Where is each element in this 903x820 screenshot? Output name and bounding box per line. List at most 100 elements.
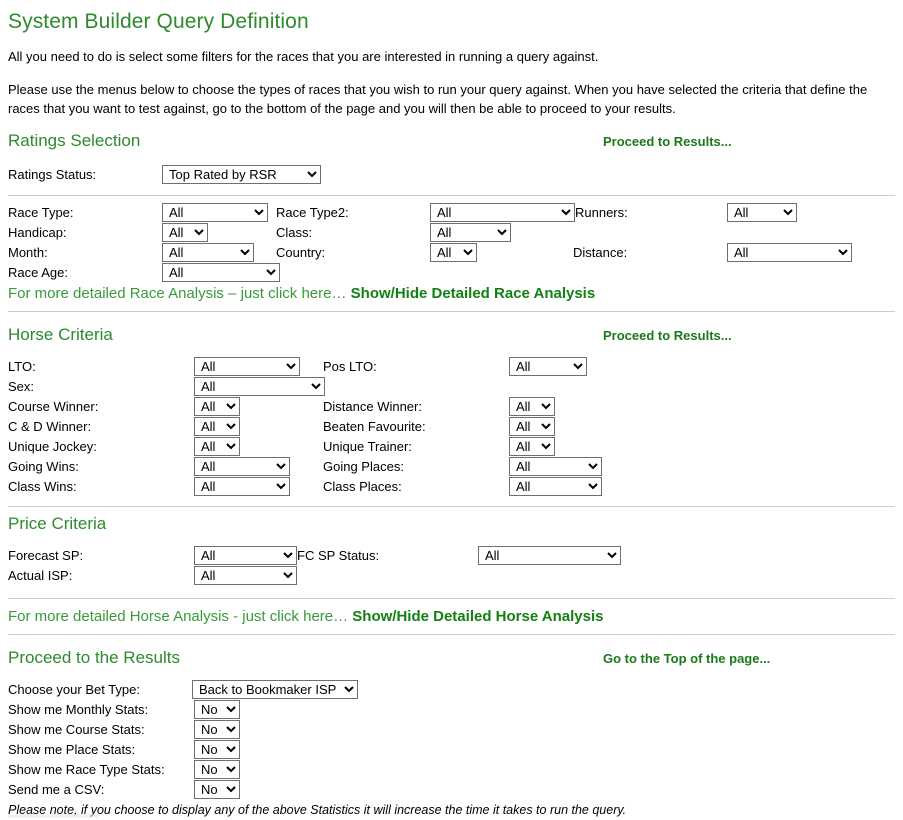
bet-type-select[interactable]: Back to Bookmaker ISP bbox=[192, 679, 358, 699]
class-places-label: Class Places: bbox=[323, 478, 402, 494]
forecast-sp-row: Forecast SP: All FC SP Status: All bbox=[8, 545, 895, 566]
race-type-select[interactable]: All bbox=[162, 202, 268, 222]
show-hide-detailed-horse-analysis-link[interactable]: Show/Hide Detailed Horse Analysis bbox=[352, 608, 603, 625]
handicap-row: Handicap: All Class: All bbox=[8, 222, 895, 243]
going-places-select[interactable]: All bbox=[509, 456, 602, 476]
month-select[interactable]: All bbox=[162, 242, 254, 262]
race-age-label: Race Age: bbox=[8, 264, 68, 280]
course-winner-select[interactable]: All bbox=[194, 396, 240, 416]
race-analysis-line: For more detailed Race Analysis – just c… bbox=[8, 283, 895, 305]
divider-before-horse-analysis bbox=[8, 597, 895, 599]
proceed-results-title: Proceed to the Results bbox=[8, 647, 180, 667]
divider-before-proceed-results bbox=[8, 633, 895, 635]
actual-isp-select[interactable]: All bbox=[194, 565, 297, 585]
proceed-to-results-link-ratings[interactable]: Proceed to Results... bbox=[603, 134, 732, 149]
country-select[interactable]: All bbox=[430, 242, 477, 262]
actual-isp-row: Actual ISP: All bbox=[8, 565, 895, 586]
beaten-favourite-label: Beaten Favourite: bbox=[323, 418, 426, 434]
horse-criteria-header: Horse Criteria Proceed to Results... bbox=[8, 325, 895, 349]
course-stats-select[interactable]: No bbox=[194, 719, 240, 739]
intro-paragraph-1: All you need to do is select some filter… bbox=[8, 49, 599, 64]
price-criteria-header: Price Criteria bbox=[8, 514, 895, 540]
bet-type-row: Choose your Bet Type: Back to Bookmaker … bbox=[8, 679, 895, 700]
monthly-stats-select[interactable]: No bbox=[194, 699, 240, 719]
sex-select[interactable]: All bbox=[194, 376, 325, 396]
go-to-top-of-page-link[interactable]: Go to the Top of the page... bbox=[603, 651, 770, 666]
race-type-stats-select[interactable]: No bbox=[194, 759, 240, 779]
class-select[interactable]: All bbox=[430, 222, 511, 242]
horse-criteria-grid: LTO: All Pos LTO: All Sex: All Course Wi… bbox=[8, 356, 895, 497]
divider-after-ratings-status bbox=[8, 194, 895, 196]
month-row: Month: All Country: All Distance: All bbox=[8, 242, 895, 263]
horse-criteria-title: Horse Criteria bbox=[8, 324, 113, 344]
divider-before-price-criteria bbox=[8, 505, 895, 507]
forecast-sp-label: Forecast SP: bbox=[8, 547, 84, 563]
distance-winner-label: Distance Winner: bbox=[323, 398, 422, 414]
class-label: Class: bbox=[276, 224, 313, 240]
unique-trainer-select[interactable]: All bbox=[509, 436, 555, 456]
proceed-results-header: Proceed to the Results Go to the Top of … bbox=[8, 648, 895, 672]
proceed-results-grid: Choose your Bet Type: Back to Bookmaker … bbox=[8, 679, 895, 800]
distance-label: Distance: bbox=[573, 244, 628, 260]
race-type-row: Race Type: All Race Type2: All Runners: … bbox=[8, 202, 895, 223]
ratings-status-select[interactable]: Top Rated by RSR bbox=[162, 164, 321, 184]
lto-label: LTO: bbox=[8, 358, 36, 374]
country-label: Country: bbox=[276, 244, 326, 260]
handicap-label: Handicap: bbox=[8, 224, 67, 240]
runners-select[interactable]: All bbox=[727, 202, 797, 222]
race-type-stats-label: Show me Race Type Stats: bbox=[8, 761, 165, 777]
lto-row: LTO: All Pos LTO: All bbox=[8, 356, 895, 377]
beaten-favourite-select[interactable]: All bbox=[509, 416, 555, 436]
ratings-status-label: Ratings Status: bbox=[8, 166, 97, 182]
forecast-sp-select[interactable]: All bbox=[194, 545, 297, 565]
race-filters-grid: Race Type: All Race Type2: All Runners: … bbox=[8, 202, 895, 283]
going-wins-label: Going Wins: bbox=[8, 458, 79, 474]
pos-lto-label: Pos LTO: bbox=[323, 358, 377, 374]
class-places-select[interactable]: All bbox=[509, 476, 602, 496]
ratings-status-group: Ratings Status: Top Rated by RSR bbox=[8, 163, 895, 189]
distance-select[interactable]: All bbox=[727, 242, 852, 262]
race-type-label: Race Type: bbox=[8, 204, 74, 220]
send-csv-select[interactable]: No bbox=[194, 779, 240, 799]
bet-type-label: Choose your Bet Type: bbox=[8, 681, 141, 697]
class-wins-row: Class Wins: All Class Places: All bbox=[8, 476, 895, 497]
course-winner-row: Course Winner: All Distance Winner: All bbox=[8, 396, 895, 417]
unique-jockey-label: Unique Jockey: bbox=[8, 438, 97, 454]
race-type-stats-row: Show me Race Type Stats: No bbox=[8, 759, 895, 780]
unique-trainer-label: Unique Trainer: bbox=[323, 438, 412, 454]
distance-winner-select[interactable]: All bbox=[509, 396, 555, 416]
going-places-label: Going Places: bbox=[323, 458, 404, 474]
race-type2-label: Race Type2: bbox=[276, 204, 349, 220]
page-container: System Builder Query Definition All you … bbox=[0, 10, 903, 818]
race-analysis-text: For more detailed Race Analysis – just c… bbox=[8, 284, 347, 302]
course-stats-row: Show me Course Stats: No bbox=[8, 719, 895, 740]
price-criteria-grid: Forecast SP: All FC SP Status: All Actua… bbox=[8, 545, 895, 586]
place-stats-label: Show me Place Stats: bbox=[8, 741, 136, 757]
cd-winner-label: C & D Winner: bbox=[8, 418, 92, 434]
handicap-select[interactable]: All bbox=[162, 222, 208, 242]
cd-winner-select[interactable]: All bbox=[194, 416, 240, 436]
course-stats-label: Show me Course Stats: bbox=[8, 721, 145, 737]
unique-jockey-row: Unique Jockey: All Unique Trainer: All bbox=[8, 436, 895, 457]
unique-jockey-select[interactable]: All bbox=[194, 436, 240, 456]
intro-paragraph-2: Please use the menus below to choose the… bbox=[8, 81, 868, 116]
cd-winner-row: C & D Winner: All Beaten Favourite: All bbox=[8, 416, 895, 437]
course-winner-label: Course Winner: bbox=[8, 398, 99, 414]
send-csv-row: Send me a CSV: No bbox=[8, 779, 895, 800]
fc-sp-status-select[interactable]: All bbox=[478, 545, 621, 565]
fc-sp-status-label: FC SP Status: bbox=[297, 547, 380, 563]
going-wins-select[interactable]: All bbox=[194, 456, 290, 476]
proceed-to-results-link-horse[interactable]: Proceed to Results... bbox=[603, 328, 732, 343]
runners-label: Runners: bbox=[575, 204, 628, 220]
class-wins-label: Class Wins: bbox=[8, 478, 77, 494]
horse-analysis-line: For more detailed Horse Analysis - just … bbox=[8, 606, 895, 628]
bottom-partial-element bbox=[8, 814, 98, 818]
pos-lto-select[interactable]: All bbox=[509, 356, 587, 376]
race-age-select[interactable]: All bbox=[162, 262, 280, 282]
race-type2-select[interactable]: All bbox=[430, 202, 575, 222]
show-hide-detailed-race-analysis-link[interactable]: Show/Hide Detailed Race Analysis bbox=[351, 285, 596, 302]
lto-select[interactable]: All bbox=[194, 356, 300, 376]
place-stats-select[interactable]: No bbox=[194, 739, 240, 759]
race-age-row: Race Age: All bbox=[8, 262, 895, 283]
class-wins-select[interactable]: All bbox=[194, 476, 290, 496]
